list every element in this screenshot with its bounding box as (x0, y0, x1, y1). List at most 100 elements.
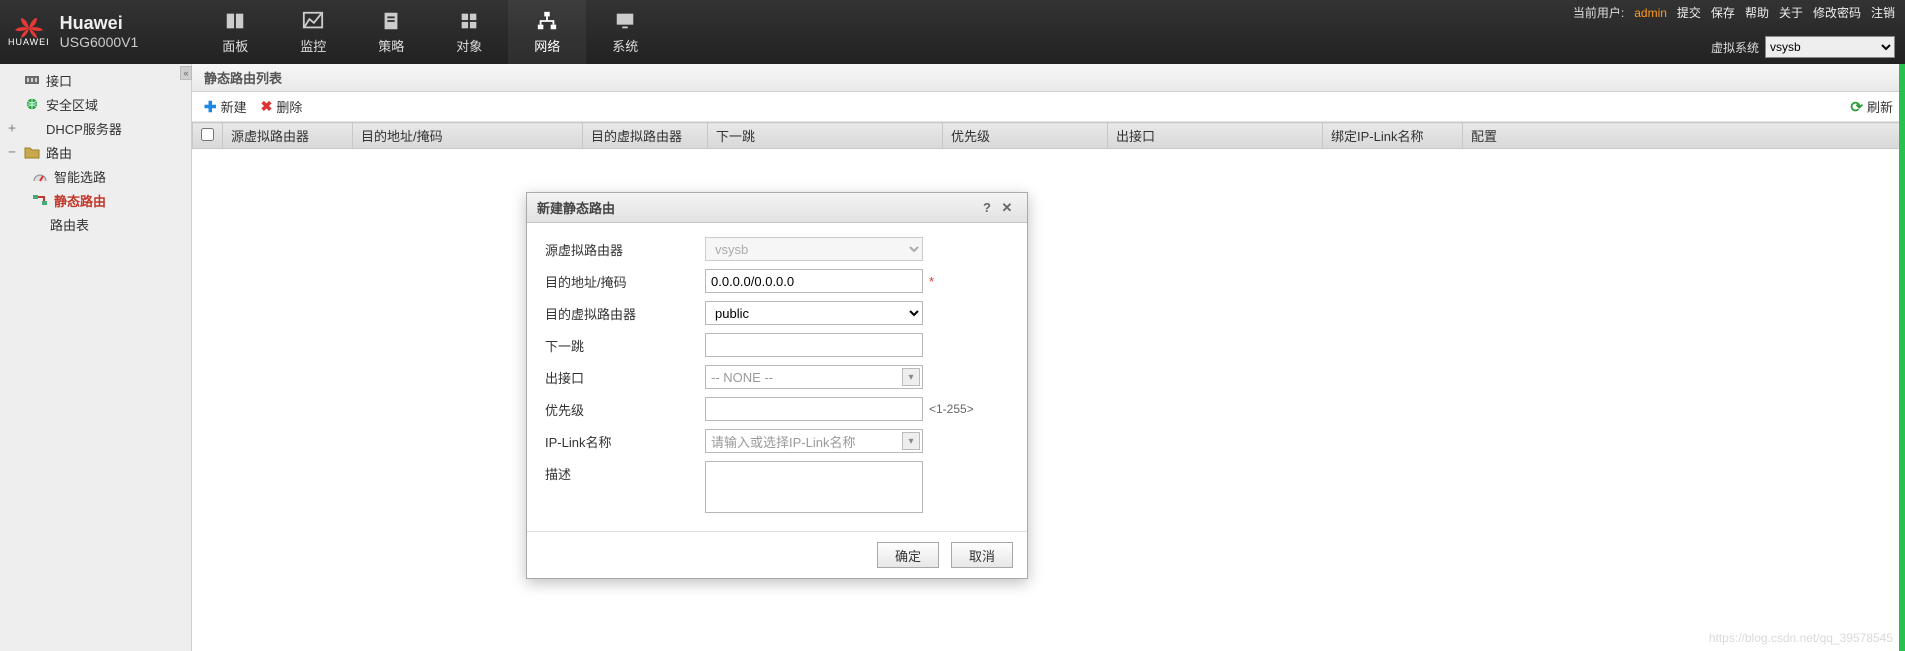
toolbar: ✚ 新建 ✖ 删除 ⟳ 刷新 (192, 92, 1905, 122)
sidebar-item-label: 智能选路 (54, 167, 106, 186)
right-accent-bar (1899, 64, 1905, 651)
nav-label: 监控 (300, 36, 326, 55)
col-checkbox (193, 123, 223, 149)
chevron-down-icon[interactable]: ▾ (902, 432, 920, 450)
nav-object[interactable]: 对象 (430, 0, 508, 64)
col-src-vr[interactable]: 源虚拟路由器 (223, 123, 353, 149)
sidebar-item-label: DHCP服务器 (46, 119, 122, 138)
link-about[interactable]: 关于 (1779, 4, 1803, 21)
nav-policy[interactable]: 策略 (352, 0, 430, 64)
refresh-button-label: 刷新 (1867, 97, 1893, 116)
label-desc: 描述 (545, 461, 705, 483)
new-button-label: 新建 (221, 97, 247, 116)
sidebar-item-route-table[interactable]: 路由表 (0, 212, 191, 236)
link-commit[interactable]: 提交 (1677, 4, 1701, 21)
sidebar-item-interface[interactable]: 接口 (0, 68, 191, 92)
col-outif[interactable]: 出接口 (1108, 123, 1323, 149)
nav-monitor[interactable]: 监控 (274, 0, 352, 64)
iplink-placeholder: 请输入或选择IP-Link名称 (711, 432, 855, 451)
new-button[interactable]: ✚ 新建 (204, 97, 247, 116)
nav-label: 对象 (456, 36, 482, 55)
col-dest-vr[interactable]: 目的虚拟路由器 (583, 123, 708, 149)
field-dest-vr: 目的虚拟路由器 public (545, 301, 1011, 325)
twisty-minus[interactable]: − (6, 145, 18, 160)
dialog-close-icon[interactable]: ✕ (997, 200, 1017, 216)
brand-text: Huawei USG6000V1 (60, 13, 139, 51)
new-static-route-dialog: 新建静态路由 ? ✕ 源虚拟路由器 vsysb 目的地址/掩码 * 目的虚拟路由… (526, 192, 1028, 579)
select-all-checkbox[interactable] (201, 128, 214, 141)
nav-system[interactable]: 系统 (586, 0, 664, 64)
top-bar: HUAWEI Huawei USG6000V1 面板 监控 策略 对象 网络 (0, 0, 1905, 64)
vsys-label: 虚拟系统 (1711, 39, 1759, 56)
huawei-logo: HUAWEI (8, 17, 50, 47)
link-logout[interactable]: 注销 (1871, 4, 1895, 21)
link-save[interactable]: 保存 (1711, 4, 1735, 21)
field-src-vr: 源虚拟路由器 vsysb (545, 237, 1011, 261)
top-right-links: 当前用户: admin 提交 保存 帮助 关于 修改密码 注销 (1573, 4, 1895, 21)
sidebar-item-label: 路由表 (50, 215, 89, 234)
priority-hint: <1-255> (929, 402, 974, 416)
logo-text: HUAWEI (8, 37, 50, 47)
col-nexthop[interactable]: 下一跳 (708, 123, 943, 149)
sidebar-item-label: 安全区域 (46, 95, 98, 114)
dialog-help-icon[interactable]: ? (977, 200, 997, 215)
dashboard-icon (224, 10, 246, 32)
refresh-icon: ⟳ (1850, 98, 1863, 116)
input-src-vr: vsysb (705, 237, 923, 261)
input-dest[interactable] (705, 269, 923, 293)
route-icon (32, 193, 48, 207)
cancel-button[interactable]: 取消 (951, 542, 1013, 568)
col-operate[interactable]: 配置 (1463, 123, 1905, 149)
current-user-label: 当前用户: (1573, 4, 1624, 21)
sidebar-item-dhcp[interactable]: + DHCP服务器 (0, 116, 191, 140)
brand-name: Huawei (60, 13, 139, 35)
nav-dashboard[interactable]: 面板 (196, 0, 274, 64)
col-iplink[interactable]: 绑定IP-Link名称 (1323, 123, 1463, 149)
chevron-down-icon[interactable]: ▾ (902, 368, 920, 386)
col-dest-mask[interactable]: 目的地址/掩码 (353, 123, 583, 149)
sidebar-item-smartroute[interactable]: 智能选路 (0, 164, 191, 188)
sidebar-collapse-handle[interactable]: « (180, 66, 192, 80)
dialog-title: 新建静态路由 (537, 198, 615, 217)
input-desc[interactable] (705, 461, 923, 513)
network-icon (536, 10, 558, 32)
input-priority[interactable] (705, 397, 923, 421)
panel-title: 静态路由列表 (192, 64, 1905, 92)
sidebar-item-static-route[interactable]: 静态路由 (0, 188, 191, 212)
field-priority: 优先级 <1-255> (545, 397, 1011, 421)
delete-button-label: 删除 (276, 97, 302, 116)
current-user-name: admin (1634, 6, 1667, 20)
input-iplink[interactable]: 请输入或选择IP-Link名称 ▾ (705, 429, 923, 453)
field-desc: 描述 (545, 461, 1011, 513)
ok-button[interactable]: 确定 (877, 542, 939, 568)
monitor-icon (302, 10, 324, 32)
label-iplink: IP-Link名称 (545, 429, 705, 451)
col-priority[interactable]: 优先级 (943, 123, 1108, 149)
nav-label: 面板 (222, 36, 248, 55)
delete-button[interactable]: ✖ 删除 (261, 97, 303, 116)
nav-label: 网络 (534, 36, 560, 55)
brand-block: HUAWEI Huawei USG6000V1 (0, 0, 156, 64)
sidebar-item-label: 接口 (46, 71, 72, 90)
refresh-button[interactable]: ⟳ 刷新 (1850, 97, 1893, 116)
top-right: 当前用户: admin 提交 保存 帮助 关于 修改密码 注销 虚拟系统 vsy… (1573, 0, 1905, 64)
sidebar: « 接口 安全区域 + DHCP服务器 − (0, 64, 192, 651)
dialog-header[interactable]: 新建静态路由 ? ✕ (527, 193, 1027, 223)
huawei-petal-icon (12, 17, 46, 39)
input-dest-vr[interactable]: public (705, 301, 923, 325)
sidebar-item-seczone[interactable]: 安全区域 (0, 92, 191, 116)
twisty-plus[interactable]: + (6, 121, 18, 136)
sidebar-item-route[interactable]: − 路由 (0, 140, 191, 164)
nav-tree: 接口 安全区域 + DHCP服务器 − 路由 (0, 68, 191, 236)
link-password[interactable]: 修改密码 (1813, 4, 1861, 21)
nav-label: 系统 (612, 36, 638, 55)
vsys-select[interactable]: vsysb (1765, 36, 1895, 58)
input-nexthop[interactable] (705, 333, 923, 357)
nav-network[interactable]: 网络 (508, 0, 586, 64)
policy-icon (380, 10, 402, 32)
plus-icon: ✚ (204, 98, 217, 116)
port-icon (24, 73, 40, 87)
link-help[interactable]: 帮助 (1745, 4, 1769, 21)
table-header-row: 源虚拟路由器 目的地址/掩码 目的虚拟路由器 下一跳 优先级 出接口 绑定IP-… (193, 123, 1905, 149)
input-outif[interactable]: -- NONE -- ▾ (705, 365, 923, 389)
